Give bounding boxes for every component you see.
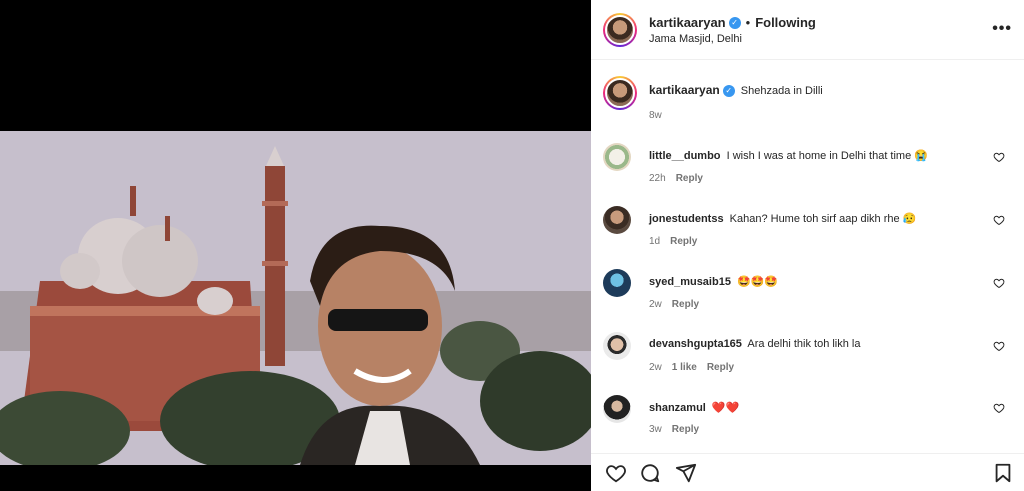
commenter-avatar[interactable] — [603, 395, 631, 423]
comment-meta: 22h Reply — [649, 173, 713, 184]
comment-username[interactable]: syed_musaib15 — [649, 276, 731, 288]
comment-username[interactable]: little__dumbo — [649, 150, 721, 162]
post-location[interactable]: Jama Masjid, Delhi — [649, 33, 742, 45]
separator-dot: • — [745, 15, 751, 30]
caption-username[interactable]: kartikaaryan — [649, 83, 720, 97]
comment-like-heart-icon[interactable] — [993, 277, 1005, 289]
author-avatar[interactable] — [603, 13, 637, 47]
comment-text: Kahan? Hume toh sirf aap dikh rhe 😥 — [729, 213, 917, 225]
post-header: kartikaaryan ✓ • Following Jama Masjid, Del… — [591, 0, 1024, 60]
comment-meta: 2w Reply — [649, 299, 709, 310]
comment-line: devanshgupta165 Ara delhi thik toh likh … — [649, 338, 861, 350]
comment-meta: 1d Reply — [649, 236, 707, 247]
commenter-avatar[interactable] — [603, 269, 631, 297]
comment-time: 2w — [649, 362, 662, 373]
comment-meta: 3w Reply — [649, 424, 709, 435]
caption-line: kartikaaryan ✓ Shehzada in Dilli — [649, 83, 823, 98]
bookmark-icon[interactable] — [992, 462, 1014, 484]
comment-line: shanzamul ❤️❤️ — [649, 401, 739, 414]
comment-username[interactable]: jonestudentss — [649, 213, 724, 225]
commenter-avatar[interactable] — [603, 332, 631, 360]
reply-button[interactable]: Reply — [672, 299, 699, 310]
comment-text: I wish I was at home in Delhi that time … — [726, 150, 928, 162]
post-details-panel: kartikaaryan ✓ • Following Jama Masjid, Del… — [591, 0, 1024, 491]
comment-text: Ara delhi thik toh likh la — [747, 338, 861, 350]
reply-button[interactable]: Reply — [707, 362, 734, 373]
comment-item: syed_musaib15 🤩🤩🤩 2w Reply — [603, 269, 1013, 319]
comment-like-count[interactable]: 1 like — [672, 362, 697, 373]
photo-illustration — [0, 131, 591, 465]
comment-line: little__dumbo I wish I was at home in De… — [649, 149, 928, 162]
comment-time: 22h — [649, 173, 666, 184]
comment-item: jonestudentss Kahan? Hume toh sirf aap d… — [603, 206, 1013, 256]
follow-status-button[interactable]: Following — [755, 15, 816, 30]
post-media — [0, 0, 591, 491]
verified-badge-icon: ✓ — [722, 85, 735, 98]
comment-icon[interactable] — [639, 462, 661, 484]
comment-username[interactable]: shanzamul — [649, 402, 706, 414]
comment-time: 1d — [649, 236, 661, 247]
more-options-icon[interactable]: ••• — [992, 20, 1012, 38]
heart-icon[interactable] — [605, 462, 627, 484]
comment-like-heart-icon[interactable] — [993, 151, 1005, 163]
comment-like-heart-icon[interactable] — [993, 402, 1005, 414]
caption-text: Shehzada in Dilli — [740, 85, 823, 97]
comment-like-heart-icon[interactable] — [993, 340, 1005, 352]
reply-button[interactable]: Reply — [676, 173, 703, 184]
comment-meta: 2w 1 like Reply — [649, 362, 744, 373]
author-username[interactable]: kartikaaryan — [649, 15, 726, 30]
comment-text: 🤩🤩🤩 — [737, 276, 779, 288]
comment-line: jonestudentss Kahan? Hume toh sirf aap d… — [649, 212, 916, 225]
comment-item: devanshgupta165 Ara delhi thik toh likh … — [603, 332, 1013, 382]
commenter-avatar[interactable] — [603, 206, 631, 234]
caption-author-avatar[interactable] — [603, 76, 637, 110]
commenter-avatar[interactable] — [603, 143, 631, 171]
author-line: kartikaaryan ✓ • Following — [649, 14, 816, 32]
instagram-post-view: kartikaaryan ✓ • Following Jama Masjid, Del… — [0, 0, 1024, 491]
caption-time: 8w — [649, 110, 662, 121]
comment-time: 3w — [649, 424, 662, 435]
verified-badge-icon: ✓ — [728, 16, 741, 29]
comment-username[interactable]: devanshgupta165 — [649, 338, 742, 350]
comment-text: ❤️❤️ — [711, 402, 740, 414]
comment-item: shanzamul ❤️❤️ 3w Reply — [603, 395, 1013, 445]
comment-line: syed_musaib15 🤩🤩🤩 — [649, 275, 778, 288]
post-action-bar — [591, 453, 1024, 491]
reply-button[interactable]: Reply — [672, 424, 699, 435]
reply-button[interactable]: Reply — [670, 236, 697, 247]
comment-like-heart-icon[interactable] — [993, 214, 1005, 226]
comment-item: little__dumbo I wish I was at home in De… — [603, 143, 1013, 193]
post-photo[interactable] — [0, 131, 591, 465]
share-icon[interactable] — [675, 462, 697, 484]
comment-time: 2w — [649, 299, 662, 310]
